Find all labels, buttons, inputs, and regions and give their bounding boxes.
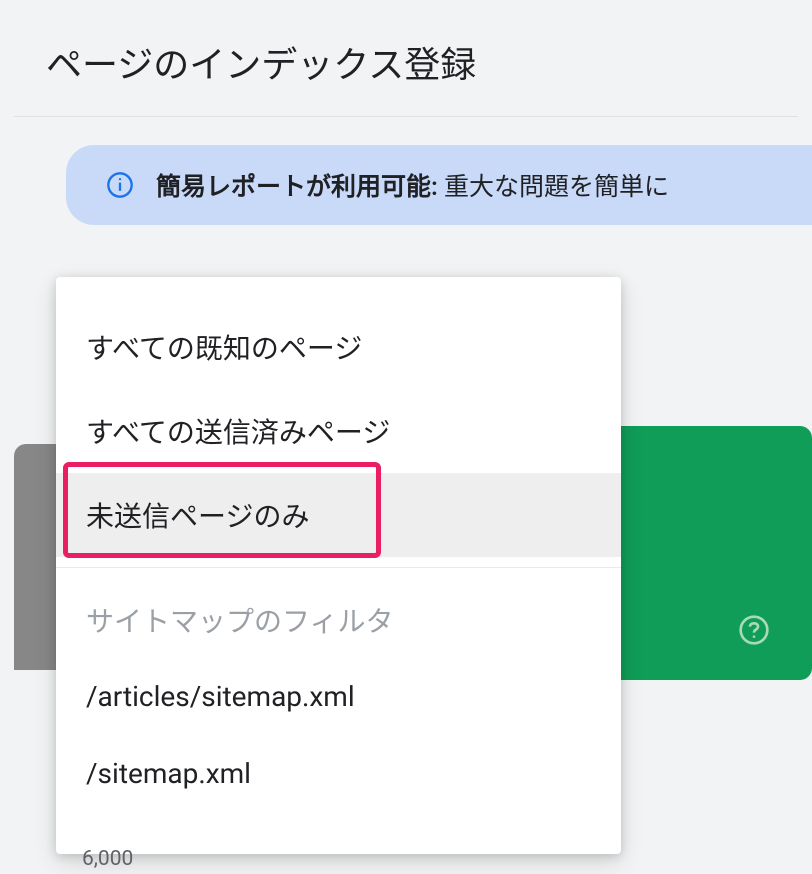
dropdown-item-all-known[interactable]: すべての既知のページ — [56, 305, 621, 389]
info-banner[interactable]: 簡易レポートが利用可能: 重大な問題を簡単に — [66, 145, 812, 225]
filter-dropdown: すべての既知のページ すべての送信済みページ 未送信ページのみ サイトマップのフ… — [56, 277, 621, 854]
chart-y-axis-tick: 6,000 — [82, 847, 133, 871]
stats-panel-shadow — [14, 444, 58, 670]
info-banner-rest: 重大な問題を簡単に — [438, 173, 669, 202]
dropdown-item-unsubmitted-only[interactable]: 未送信ページのみ — [56, 473, 621, 557]
info-banner-bold: 簡易レポートが利用可能: — [156, 173, 438, 202]
help-icon[interactable] — [738, 614, 770, 646]
dropdown-sitemap-articles[interactable]: /articles/sitemap.xml — [56, 658, 621, 735]
dropdown-divider — [56, 567, 621, 568]
dropdown-sitemap-root[interactable]: /sitemap.xml — [56, 735, 621, 812]
page-title: ページのインデックス登録 — [0, 0, 812, 116]
dropdown-section-label: サイトマップのフィルタ — [56, 586, 621, 658]
header-divider — [14, 116, 798, 117]
dropdown-item-all-submitted[interactable]: すべての送信済みページ — [56, 389, 621, 473]
info-banner-text: 簡易レポートが利用可能: 重大な問題を簡単に — [156, 167, 669, 203]
info-icon — [106, 171, 134, 199]
